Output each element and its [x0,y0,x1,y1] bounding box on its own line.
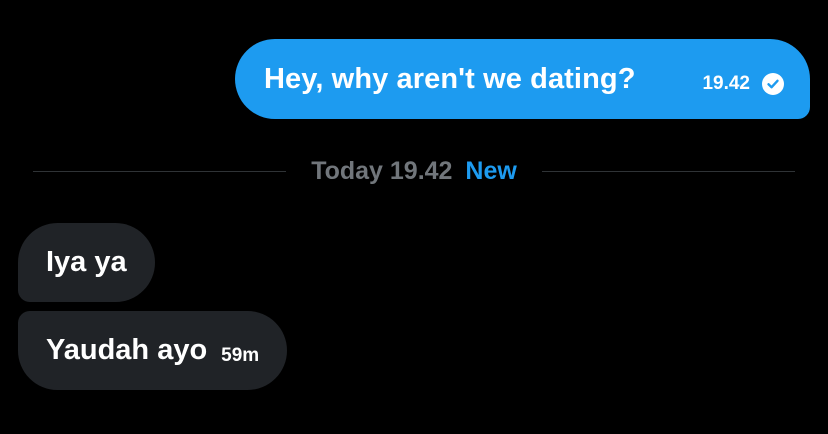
message-time: 59m [221,344,260,366]
divider-line-left [33,170,287,172]
check-circle-icon [762,72,784,95]
message-time: 19.42 [702,72,750,94]
outgoing-message[interactable]: Hey, why aren't we dating? 19.42 [235,39,810,119]
message-text: Yaudah ayo [46,334,208,366]
incoming-message[interactable]: Iya ya [18,223,155,302]
message-text: Hey, why aren't we dating? [264,62,636,95]
message-text: Iya ya [46,246,127,278]
conversation-view: Hey, why aren't we dating? 19.42 Today 1… [0,0,828,434]
new-messages-divider: Today 19.42 New [33,152,796,190]
message-meta: 19.42 [702,64,784,95]
divider-line-right [541,170,796,172]
divider-date: Today 19.42 [311,156,453,185]
divider-label: Today 19.42 New [286,157,542,186]
new-badge: New [465,156,517,185]
incoming-message[interactable]: Yaudah ayo 59m [18,311,288,390]
